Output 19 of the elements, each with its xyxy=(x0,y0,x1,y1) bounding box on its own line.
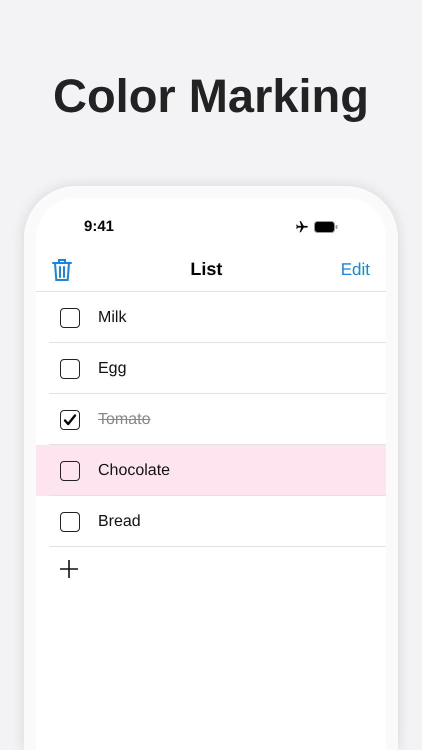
item-label: Bread xyxy=(98,512,141,532)
checkbox[interactable] xyxy=(60,512,80,532)
item-label: Tomato xyxy=(98,410,150,430)
headline: Color Marking xyxy=(53,68,369,124)
checkbox[interactable] xyxy=(60,410,80,430)
add-icon[interactable] xyxy=(60,560,78,578)
item-label: Milk xyxy=(98,308,126,328)
item-label: Egg xyxy=(98,358,126,378)
checkbox[interactable] xyxy=(60,460,80,480)
trash-icon[interactable] xyxy=(52,258,72,282)
airplane-icon xyxy=(295,220,309,234)
item-label: Chocolate xyxy=(98,460,170,480)
checkbox[interactable] xyxy=(60,308,80,328)
nav-title: List xyxy=(190,258,222,281)
checkbox[interactable] xyxy=(60,358,80,378)
status-time: 9:41 xyxy=(84,216,114,237)
edit-button[interactable]: Edit xyxy=(340,256,370,282)
highlighted-row[interactable]: Chocolate xyxy=(36,445,386,496)
battery-icon xyxy=(314,221,338,233)
